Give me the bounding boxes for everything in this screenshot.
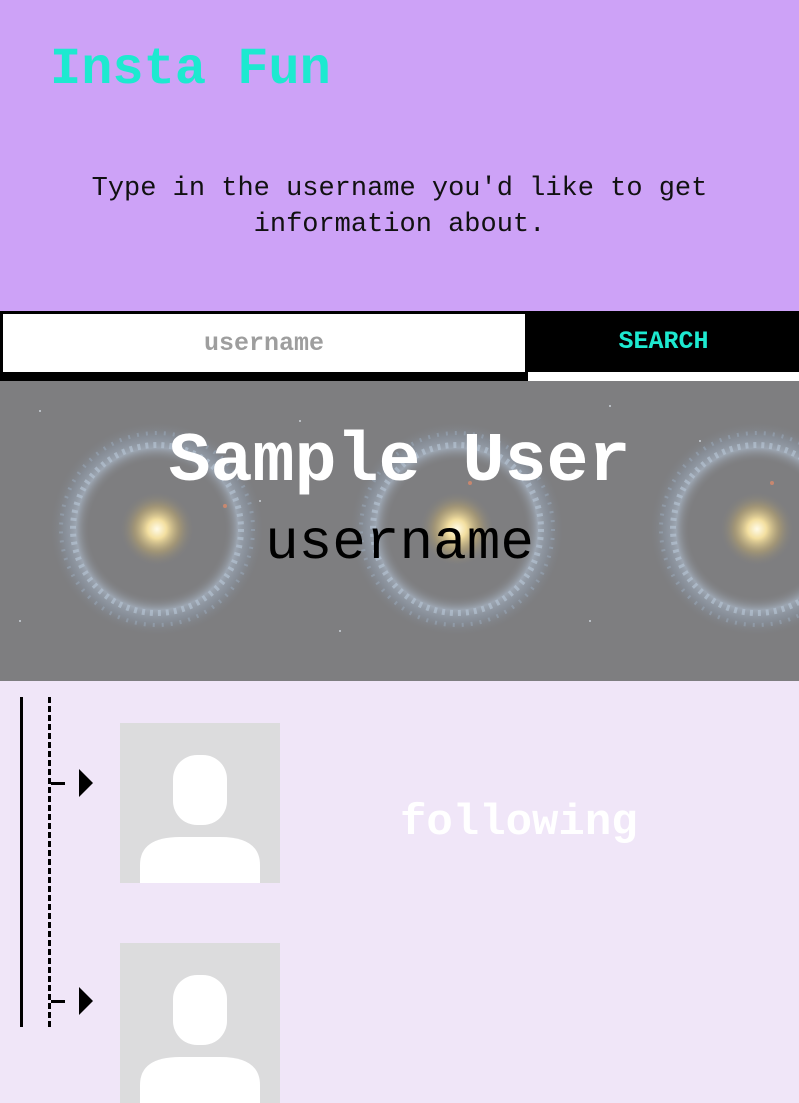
tree-dashed-line — [48, 697, 51, 1027]
following-avatar[interactable] — [120, 943, 280, 1103]
tree-branch-arrow — [51, 769, 93, 799]
profile-username: username — [265, 511, 534, 575]
default-user-avatar-icon — [120, 943, 280, 1103]
search-button-underline — [528, 372, 799, 381]
arrow-right-icon — [79, 769, 93, 797]
app-title: Insta Fun — [50, 40, 331, 99]
instructions-line: Type in the username you'd like to get i… — [91, 174, 708, 240]
profile-banner: Sample User username — [0, 381, 799, 681]
following-section: following — [0, 681, 799, 1103]
app-header: Insta Fun Type in the username you'd lik… — [0, 0, 799, 311]
search-button[interactable]: SEARCH — [528, 311, 799, 372]
profile-display-name: Sample User — [168, 423, 631, 502]
arrow-right-icon — [79, 987, 93, 1015]
default-user-avatar-icon — [120, 723, 280, 883]
following-label: following — [400, 798, 638, 848]
search-bar: SEARCH — [0, 311, 799, 381]
tree-solid-line — [20, 697, 23, 1027]
username-search-input[interactable] — [3, 314, 525, 372]
instructions-text: Type in the username you'd like to get i… — [0, 171, 799, 243]
following-avatar[interactable] — [120, 723, 280, 883]
tree-branch-arrow — [51, 987, 93, 1017]
